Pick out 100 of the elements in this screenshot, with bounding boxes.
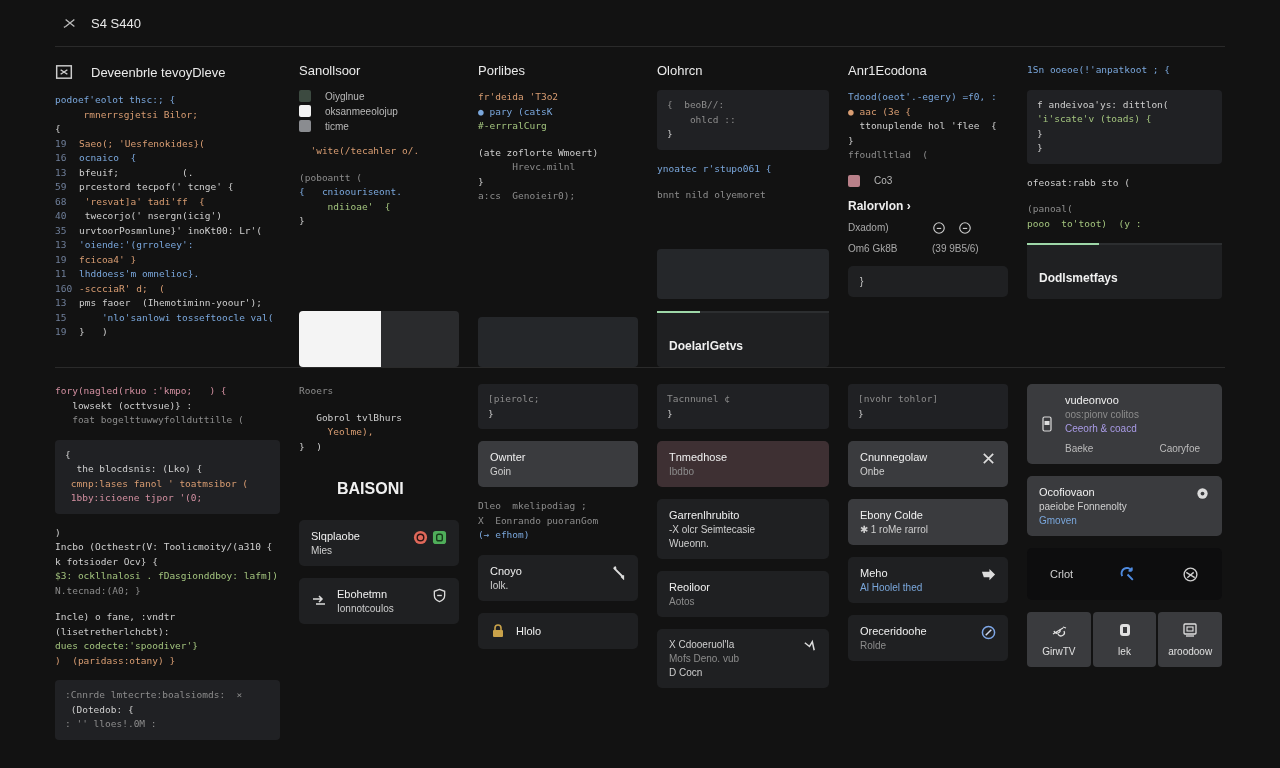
line-number: 13 [55,296,68,310]
card-text: paeiobe Fonnenolty [1039,501,1128,512]
code-line: fr'deida 'T3o2 [478,90,559,104]
card-text: D Cocn [669,667,704,678]
card-text: ✱ 1 roMe rarrol [860,524,929,535]
code-line: foat bogelttuwwyfollduttille ( [71,413,244,427]
card[interactable]: Slqplaobe Mies [299,520,459,566]
card-title: Slqplaobe [311,530,361,542]
tool-button[interactable]: GirwTV [1027,612,1091,667]
color-swatch[interactable] [299,105,311,117]
card-title: Dodlsmetfays [1039,271,1119,285]
code-line: (Dotedob: { [69,702,134,717]
code-line: (poboantt ( [299,170,362,185]
code-line: -sccciaR' d; ( [79,281,165,296]
section-heading: Porlibes [478,63,526,78]
code-line: ) [55,525,61,540]
card[interactable]: vudeonvoo oos:pionv colitos Ceeorh & coacd Baeke Caoryfoe [1027,384,1222,464]
code-line: { cnioouriseont. [299,185,402,199]
code-line: ocnaico { [79,151,137,165]
code-line: } [1037,126,1043,141]
code-line: bfeuif; (. [79,165,194,180]
code-line: { beoB//: [667,98,725,112]
card[interactable]: Cnunnegolaw Onbe [848,441,1008,487]
card-title: Reoiloor [669,581,711,593]
code-line: } [1037,141,1043,155]
progress-card[interactable]: Dodlsmetfays [1027,243,1222,299]
color-swatch[interactable] [848,174,860,187]
card-text: Rolde [860,640,888,651]
field-value: (39 9B5/6) [932,242,979,254]
card-text: Wueonn. [669,538,710,549]
card[interactable]: Hlolo [478,612,638,649]
card-text: Al Hoolel thed [860,582,924,593]
color-swatch[interactable] [299,90,311,102]
lock-icon [490,622,506,639]
tool-button[interactable]: aroodoow [1158,612,1222,667]
card[interactable]: Cnoyo Iolk. [478,554,638,601]
color-swatch[interactable] [299,120,311,132]
card-text: } [860,275,865,287]
swatch-label: ticme [325,120,349,132]
tool-button[interactable]: lek [1092,612,1157,667]
code-line: ffoudlltlad ( [848,148,929,162]
card[interactable]: Tnmedhose Ibdbo [657,441,829,487]
code-line: (→ efhom) [478,528,530,542]
line-number: 13 [55,238,68,252]
card[interactable]: Garrenlhrubito -X olcr Seimtecasie Wueonn. [657,499,829,559]
line-number: 68 [55,194,68,209]
field-label: Om6 Gk8B [848,242,899,254]
code-line: [nvohr tohlor] [858,392,939,406]
card[interactable]: X Cdooeruol'la Mofs Deno. vub D Cocn [657,629,829,688]
code-line: :Cnnrde lmtecrte:boalsiomds: × [65,688,243,702]
square-badge-icon [432,530,447,545]
code-line: fory(nagled(rkuo :'kmpo; ) { [55,384,227,398]
toolbar-label: Crlot [1049,568,1074,580]
code-line: $3: ockllnalosi . fDasgionddboy: lafm]) [55,569,279,583]
card-title: Ocofiovaon [1039,486,1096,498]
code-line: Incle) o fane, :vndtr (lisetretherlchcbt): [55,610,177,639]
card-title: Ownter [490,451,527,463]
card[interactable]: Meho Al Hoolel thed [848,557,1008,603]
card[interactable]: Oreceridoohe Rolde [848,615,1008,661]
code-line: pooo to'toot) (y : [1027,216,1142,231]
code-line: Tacnnunel ¢ [667,392,730,406]
code-line: rmnerrsgjetsi Bilor; [82,107,198,122]
line-number: 13 [55,165,68,180]
code-line: Saeo(; 'Uesfenokides}( [79,136,205,151]
code-line: { [55,122,61,136]
line-number: 19 [55,252,68,267]
card[interactable]: Ownter Goin [478,441,638,487]
code-line: 'nlo'sanlowi tosseftoocle val( [100,310,274,325]
code-line: 'oiende:'(grroleey': [79,238,194,252]
cross-icon [63,16,77,30]
progress-card[interactable]: DoelarlGetvs [657,311,829,367]
circle-icon [958,220,972,235]
code-line: k fotsioder Ocv} { [55,554,158,569]
card[interactable]: } [848,265,1008,297]
stop-circle-icon [413,530,428,545]
card-title: vudeonvoo [1065,394,1120,406]
line-number: 160 [55,281,73,296]
card-text: Ionnotcoulos [337,603,395,614]
card[interactable]: Reoiloor Aotos [657,571,829,617]
code-line: } [848,133,854,148]
card[interactable]: Ocofiovaon paeiobe Fonnenolty Gmoven [1027,476,1222,536]
section-heading: Anr1Ecodona [848,63,928,78]
card-title: Ebony Colde [860,509,924,521]
code-line: f andeivoa'ys: dittlon( [1037,97,1169,112]
card-title: Cnunnegolaw [860,451,929,463]
line-number: 59 [55,180,68,194]
code-line: } [478,174,484,189]
code-line: #-errralCurg [478,119,547,133]
arrow-icon [981,567,996,582]
card-title: Cnoyo [490,564,523,577]
card-text: Ceeorh & coacd [1065,423,1138,434]
card-title: Ebohetmn [337,588,389,600]
card[interactable]: Ebony Colde ✱ 1 roMe rarrol [848,499,1008,545]
code-line: N.tecnad:(A0; } [55,583,141,598]
card-text: Onbe [860,466,886,477]
card[interactable]: Ebohetmn Ionnotcoulos [299,578,459,624]
code-line: ● pary (catsK [478,104,553,119]
code-line: ohlcd :: [688,112,736,127]
code-line: the blocdsnis: (Lko) { [75,462,203,476]
code-line: } ) [299,439,322,454]
